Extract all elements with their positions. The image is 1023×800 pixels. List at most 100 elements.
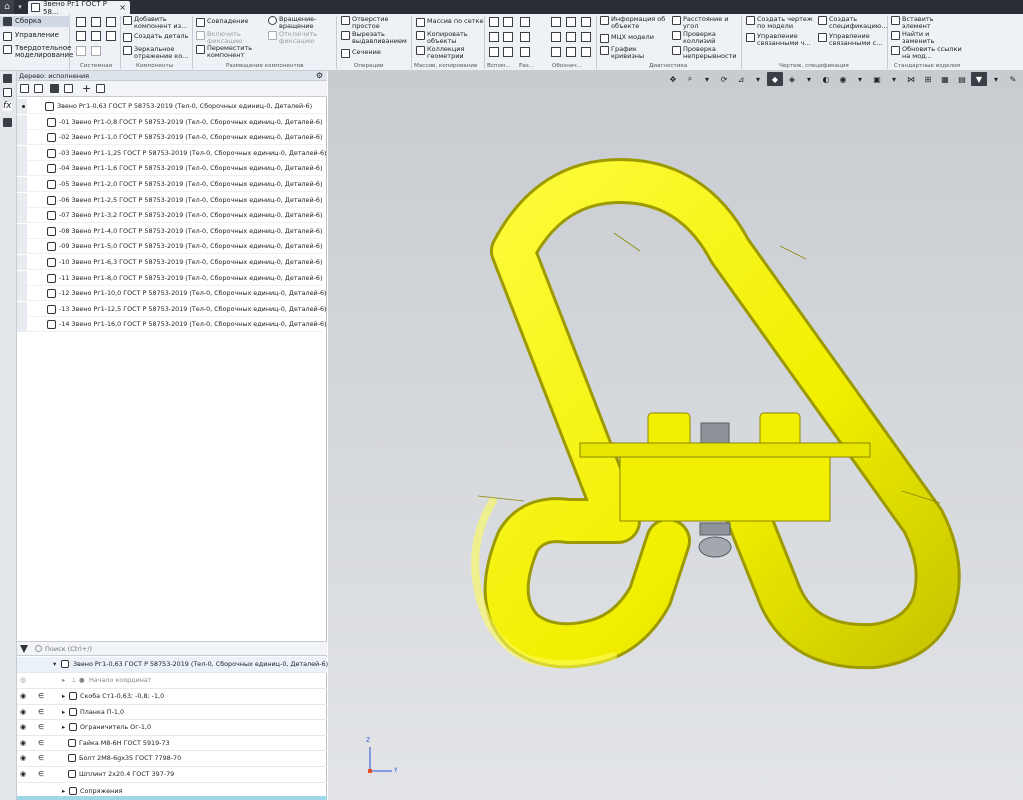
expand-arrow-icon[interactable]: ▸ — [62, 705, 65, 721]
base-icon[interactable] — [581, 17, 591, 27]
properties-panel-icon[interactable] — [3, 88, 12, 97]
object-info-button[interactable]: Информация об объекте — [600, 16, 669, 29]
mode-solid-modeling[interactable]: Твердотельное моделирование — [0, 45, 73, 59]
build-tree-item[interactable]: ◉ ∈ ▸ Ограничитель Ог-1,0 — [17, 720, 327, 736]
redo-icon[interactable] — [91, 46, 101, 56]
section-button[interactable]: Сечение — [341, 49, 381, 58]
expand-arrow-icon[interactable]: ▸ — [62, 673, 65, 689]
expand-arrow-icon[interactable]: ▾ — [53, 657, 56, 673]
variant-row[interactable]: -14 Звено Рг1-16,0 ГОСТ Р 58753-2019 (Те… — [17, 317, 327, 333]
position-icon[interactable] — [551, 47, 561, 57]
eye-icon[interactable]: ◉ — [20, 767, 26, 783]
aux-curve-icon[interactable] — [503, 47, 513, 57]
mode-assembly[interactable]: Сборка — [0, 16, 70, 27]
update-links-button[interactable]: Обновить ссылки на мод... — [891, 46, 968, 59]
aux-plane-icon[interactable] — [489, 17, 499, 27]
geometry-collection-button[interactable]: Коллекция геометрии — [416, 46, 471, 59]
variant-row[interactable]: -01 Звено Рг1-0,8 ГОСТ Р 58753-2019 (Тел… — [17, 114, 323, 130]
mode-management[interactable]: Управление — [0, 32, 70, 41]
variant-row[interactable]: -03 Звено Рг1-1,25 ГОСТ Р 58753-2019 (Те… — [17, 145, 327, 161]
move-component-button[interactable]: Переместить компонент — [196, 45, 261, 58]
variant-row[interactable]: -07 Звено Рг1-3,2 ГОСТ Р 58753-2019 (Тел… — [17, 208, 323, 224]
aux-point-icon[interactable] — [489, 32, 499, 42]
variant-row[interactable]: -06 Звено Рг1-2,5 ГОСТ Р 58753-2019 (Тел… — [17, 192, 323, 208]
build-tree-origin[interactable]: ◎ ▸ ⊥ ● Начало координат — [17, 673, 327, 689]
variant-row[interactable]: -12 Звено Рг1-10,0 ГОСТ Р 58753-2019 (Те… — [17, 286, 327, 302]
variant-row[interactable]: Звено Рг1-0,63 ГОСТ Р 58753-2019 (Тел-0,… — [17, 99, 323, 114]
list-panel-icon[interactable] — [3, 118, 12, 127]
manage-linked-drawings-button[interactable]: Управление связанными ч... — [746, 33, 813, 46]
print-icon[interactable] — [76, 31, 86, 41]
collision-check-button[interactable]: Проверка коллизий — [672, 31, 729, 44]
variant-row[interactable]: -10 Звено Рг1-6,3 ГОСТ Р 58753-2019 (Тел… — [17, 255, 323, 270]
filter-icon[interactable] — [20, 645, 28, 653]
hole-button[interactable]: Отверстие простое — [341, 16, 392, 29]
variant-row[interactable]: -13 Звено Рг1-12,5 ГОСТ Р 58753-2019 (Те… — [17, 301, 327, 317]
eye-icon[interactable]: ◉ — [20, 705, 26, 721]
manage-linked-spec-button[interactable]: Управление связанными с... — [818, 33, 885, 46]
mcx-button[interactable]: МЦХ модели — [600, 34, 654, 43]
eye-icon[interactable]: ◉ — [20, 720, 26, 736]
properties-icon[interactable] — [106, 31, 116, 41]
gear-icon[interactable]: ⚙ — [316, 71, 323, 81]
create-spec-button[interactable]: Создать спецификацию... — [818, 16, 887, 29]
open-folder-icon[interactable] — [91, 17, 101, 27]
new-file-icon[interactable] — [76, 17, 86, 27]
aux-cs-icon[interactable] — [503, 32, 513, 42]
rotate-button[interactable]: Вращение-вращение — [268, 16, 331, 29]
preview-icon[interactable] — [91, 31, 101, 41]
text-icon[interactable] — [581, 47, 591, 57]
build-tree-item[interactable]: ◉ ∈ ▸ Скоба Ст1-0,63; -0,8; -1,0 — [17, 689, 327, 705]
build-tree-item[interactable]: ◉ ∈ Шплинт 2х20.4 ГОСТ 397-79 — [17, 767, 327, 783]
insert-element-button[interactable]: Вставить элемент — [891, 16, 946, 29]
expand-arrow-icon[interactable]: ▸ — [62, 689, 65, 705]
continuity-check-button[interactable]: Проверка непрерывности — [672, 46, 737, 59]
aux-axis-icon[interactable] — [503, 17, 513, 27]
tree-expand-icon[interactable] — [34, 84, 43, 93]
distance-angle-button[interactable]: Расстояние и угол — [672, 16, 733, 29]
tree-variants-icon[interactable] — [50, 84, 59, 93]
curvature-graph-button[interactable]: График кривизны — [600, 46, 651, 59]
roughness-icon[interactable] — [551, 17, 561, 27]
variant-row[interactable]: -11 Звено Рг1-8,0 ГОСТ Р 58753-2019 (Тел… — [17, 270, 323, 286]
undo-icon[interactable] — [76, 46, 86, 56]
build-tree-item[interactable]: ◉ ∈ Болт 2М8-6gх35 ГОСТ 7798-70 — [17, 751, 327, 767]
variables-fx-icon[interactable]: fx — [3, 102, 12, 111]
home-icon[interactable]: ⌂ — [0, 0, 14, 14]
expand-arrow-icon[interactable]: ▸ — [62, 720, 65, 736]
build-tree-item[interactable]: ◉ ∈ Гайка М8-6Н ГОСТ 5919-73 — [17, 736, 327, 752]
angle-dimension-icon[interactable] — [520, 47, 530, 57]
tree-filter-icon[interactable] — [64, 84, 73, 93]
variant-row[interactable]: -02 Звено Рг1-1,0 ГОСТ Р 58753-2019 (Тел… — [17, 130, 323, 146]
diameter-dimension-icon[interactable] — [520, 32, 530, 42]
document-tab[interactable]: Звено Рг1 ГОСТ Р 58... × — [28, 0, 130, 16]
menu-dropdown-icon[interactable]: ▾ — [15, 0, 25, 14]
add-variant-icon[interactable]: + — [82, 82, 91, 95]
eye-icon[interactable]: ◉ — [20, 736, 26, 752]
tolerance-icon[interactable] — [551, 32, 561, 42]
variant-row[interactable]: -04 Звено Рг1-1,6 ГОСТ Р 58753-2019 (Тел… — [17, 161, 323, 177]
add-component-button[interactable]: Добавить компонент из... — [123, 16, 198, 29]
disable-fix-button[interactable]: Отключить фиксацию — [268, 31, 331, 44]
weld-icon[interactable] — [581, 32, 591, 42]
enable-fix-button[interactable]: Включить фиксацию — [196, 31, 257, 44]
variant-row[interactable]: -09 Звено Рг1-5,0 ГОСТ Р 58753-2019 (Тел… — [17, 239, 323, 255]
coincide-button[interactable]: Совпадение — [196, 18, 249, 27]
array-grid-button[interactable]: Массив по сетке — [416, 18, 483, 27]
3d-viewport[interactable]: ✥ ⌕ ▾ ⟳ ⊿ ▾ ◆ ◈ ▾ ◐ ◉ ▾ ▣ ▾ ⋈ ⊞ ▦ ▤ ▼ ▾ … — [328, 71, 1023, 800]
mark-icon[interactable] — [566, 32, 576, 42]
eye-icon[interactable]: ◉ — [20, 689, 26, 705]
tree-structure-icon[interactable] — [20, 84, 29, 93]
eye-icon[interactable]: ◉ — [20, 751, 26, 767]
variant-row[interactable]: -08 Звено Рг1-4,0 ГОСТ Р 58753-2019 (Тел… — [17, 223, 323, 239]
create-part-button[interactable]: Создать деталь — [123, 33, 188, 42]
find-replace-button[interactable]: Найти и заменить — [891, 31, 946, 44]
mirror-component-button[interactable]: Зеркальное отражение ко... — [123, 46, 198, 59]
build-tree-root[interactable]: ▾ Звено Рг1-0,63 ГОСТ Р 58753-2019 (Тел-… — [17, 657, 328, 673]
note-icon[interactable] — [566, 47, 576, 57]
build-tree-item[interactable]: ◉ ∈ ▸ Планка П-1,0 — [17, 705, 327, 721]
copy-objects-button[interactable]: Копировать объекты — [416, 31, 471, 44]
save-icon[interactable] — [106, 17, 116, 27]
create-drawing-button[interactable]: Создать чертеж по модели — [746, 16, 815, 29]
variant-row[interactable]: -05 Звено Рг1-2,0 ГОСТ Р 58753-2019 (Тел… — [17, 177, 323, 192]
